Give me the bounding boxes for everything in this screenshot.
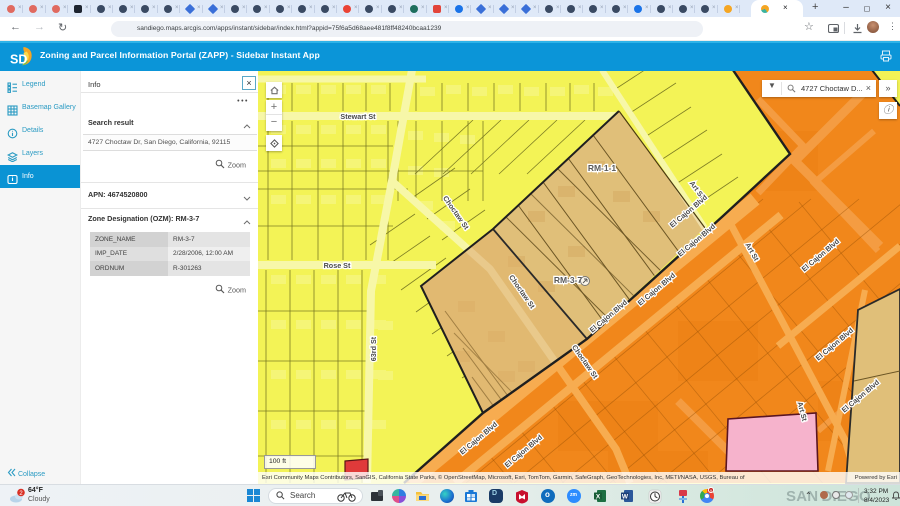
svg-text:RM-1-1: RM-1-1 — [588, 163, 617, 173]
svg-text:SD: SD — [10, 53, 27, 67]
svg-text:W: W — [622, 493, 629, 500]
svg-text:X: X — [596, 493, 601, 500]
svg-text:Stewart St: Stewart St — [340, 112, 376, 121]
svg-text:Rose St: Rose St — [324, 261, 351, 270]
svg-text:RM-3-7: RM-3-7 — [554, 275, 583, 285]
svg-text:63rd St: 63rd St — [369, 336, 378, 361]
